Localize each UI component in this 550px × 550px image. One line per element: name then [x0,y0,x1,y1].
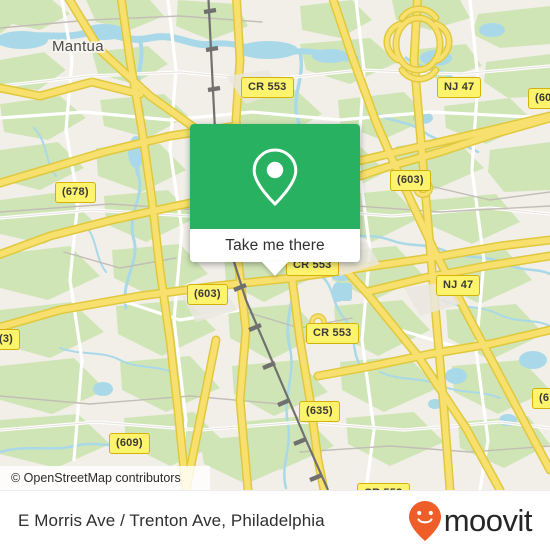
map-canvas[interactable]: Mantua CR 553 NJ 47 (678) (603) CR 553 (… [0,0,550,490]
location-pin-icon [252,147,298,206]
map-screen: Mantua CR 553 NJ 47 (678) (603) CR 553 (… [0,0,550,550]
moovit-pin-smiley-icon [408,500,441,541]
attribution-text: © OpenStreetMap contributors [11,471,181,485]
take-me-there-label: Take me there [225,236,325,254]
moovit-wordmark: moovit [443,503,533,538]
footer-bar: E Morris Ave / Trenton Ave, Philadelphia… [0,490,550,550]
popup-pointer-tail [262,262,288,276]
popup-header [190,124,360,229]
map-attribution[interactable]: © OpenStreetMap contributors [0,466,210,490]
take-me-there-button[interactable]: Take me there [190,229,360,276]
place-title: E Morris Ave / Trenton Ave, Philadelphia [18,510,325,530]
moovit-logo: moovit [408,500,533,542]
location-popup-card[interactable]: Take me there [190,124,360,276]
